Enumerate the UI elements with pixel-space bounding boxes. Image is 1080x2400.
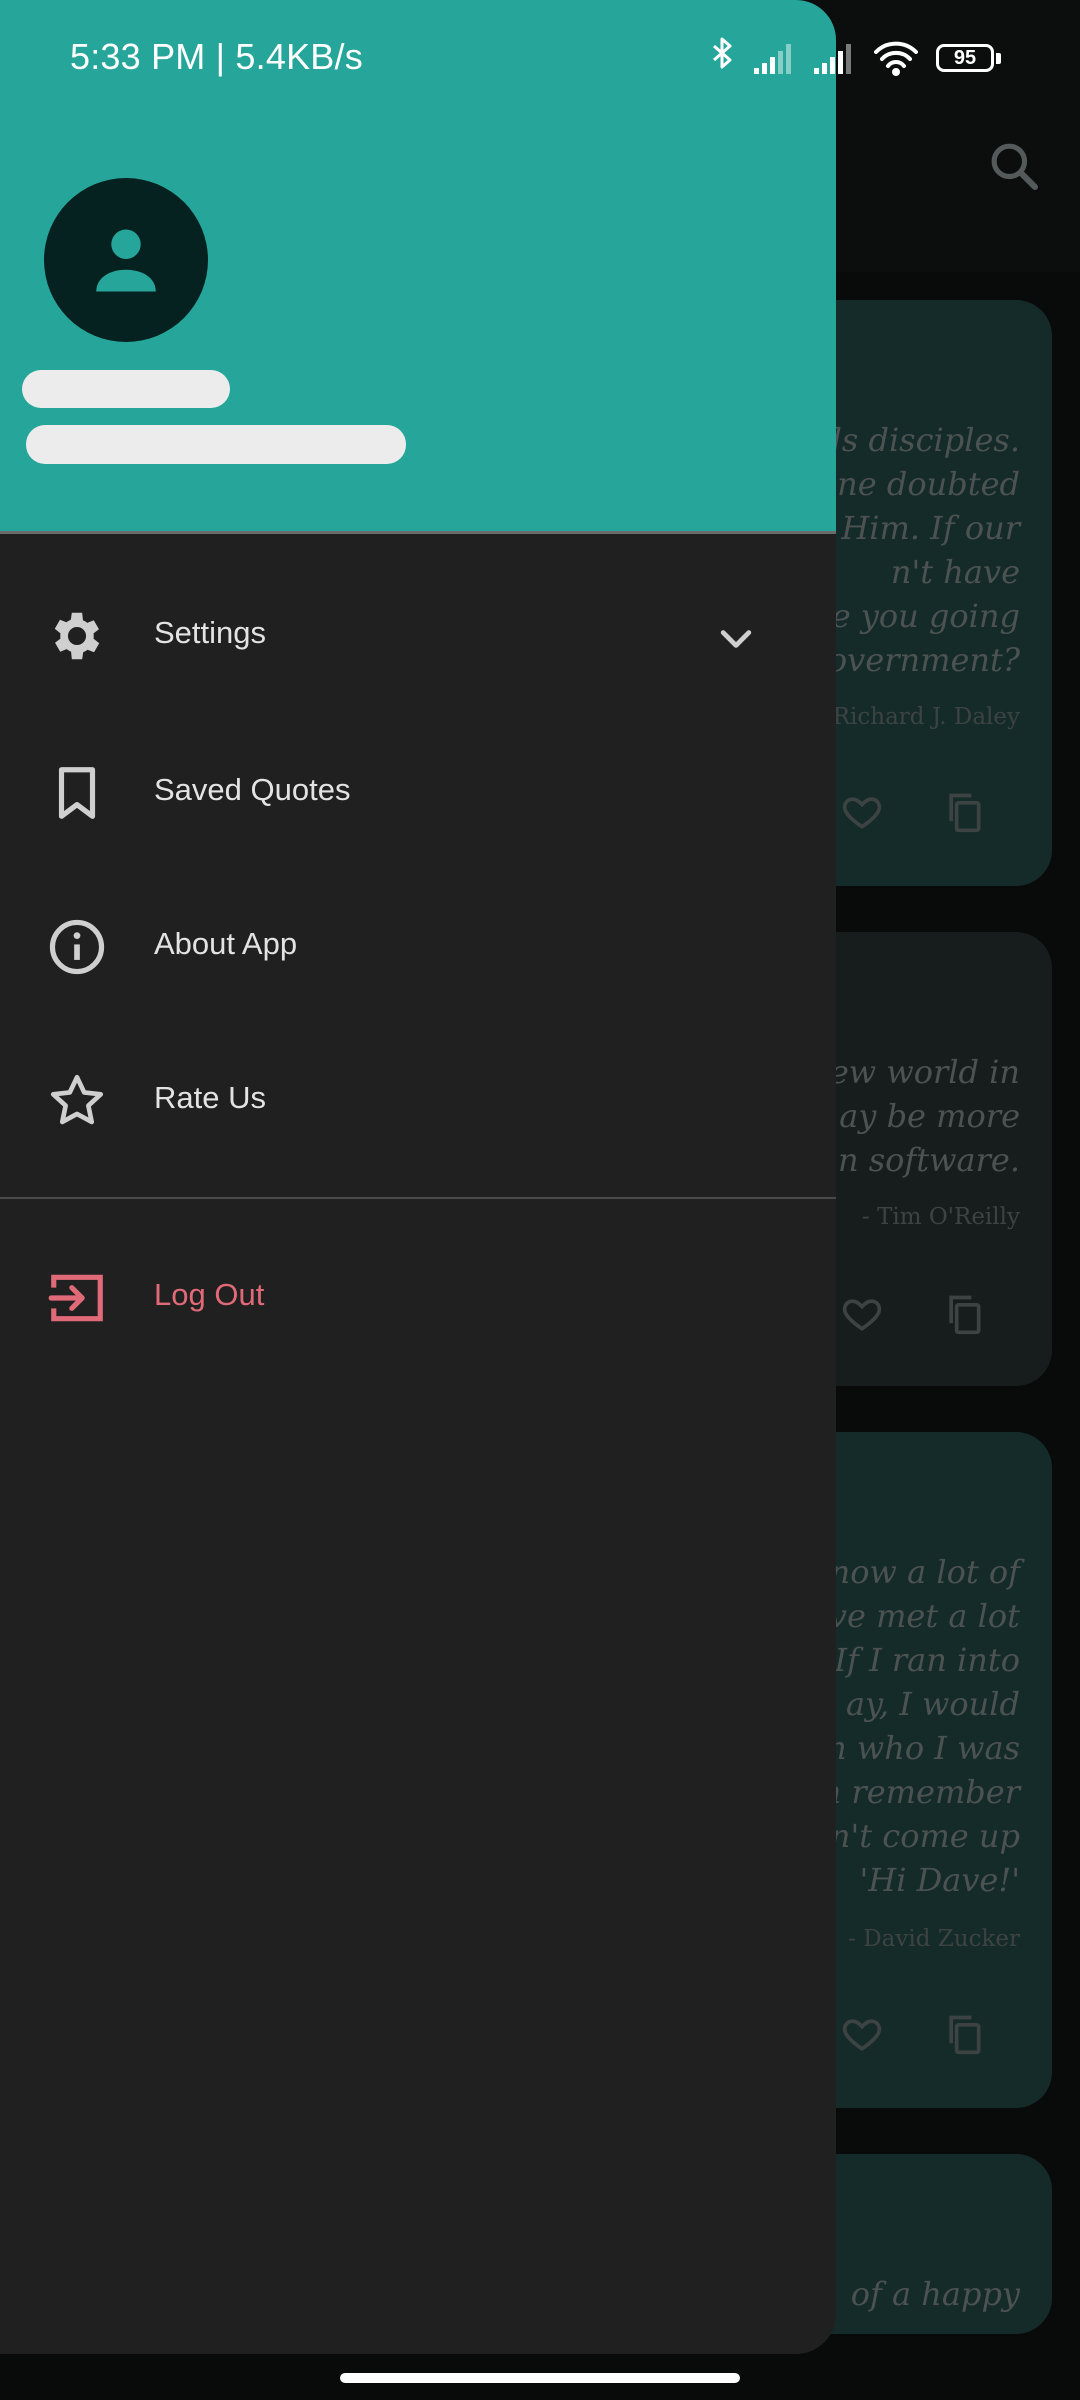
navigation-drawer: Settings Saved Quotes About App Rate Us [0,0,836,2354]
menu-item-label: Log Out [154,1277,265,1312]
menu-item-settings[interactable]: Settings [0,561,836,711]
wifi-icon [874,41,918,76]
menu-item-label: Rate Us [154,1080,266,1115]
menu-divider [0,1197,836,1199]
signal-icon [814,44,851,74]
status-time: 5:33 PM | 5.4KB/s [70,36,363,77]
menu-item-log-out[interactable]: Log Out [0,1223,836,1373]
redacted-user-name [22,370,230,408]
menu-item-label: Saved Quotes [154,772,351,807]
menu-item-saved-quotes[interactable]: Saved Quotes [0,718,836,868]
chevron-down-icon[interactable] [714,617,758,661]
logout-icon [48,1274,103,1322]
menu-item-label: Settings [154,615,267,650]
menu-item-rate-us[interactable]: Rate Us [0,1026,836,1176]
signal-icon [754,44,791,74]
bookmark-icon [58,767,96,819]
info-icon [49,919,105,975]
battery-tip [996,53,1001,64]
status-icons [713,37,918,76]
menu-item-about-app[interactable]: About App [0,872,836,1022]
star-icon [50,1074,104,1125]
redacted-user-email [26,425,406,464]
gear-icon [54,612,100,660]
menu-item-label: About App [154,926,298,961]
bluetooth-icon [713,37,732,69]
person-icon [96,229,156,292]
battery-icon: 95 [936,44,994,72]
avatar [44,178,208,342]
header-divider [0,531,836,534]
home-indicator[interactable] [340,2373,740,2383]
